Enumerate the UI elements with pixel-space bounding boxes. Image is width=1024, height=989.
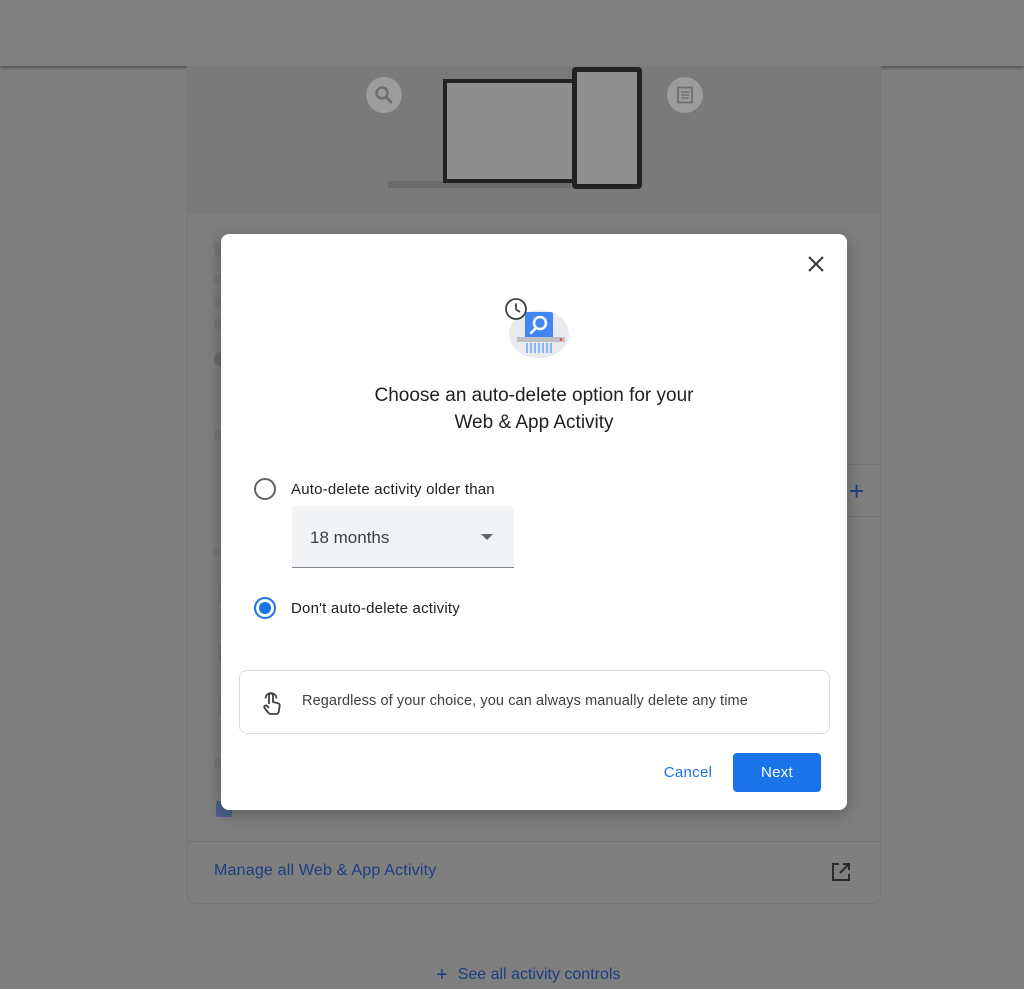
next-button[interactable]: Next xyxy=(733,753,821,792)
phone-illustration xyxy=(572,67,642,189)
option-dont-auto-delete[interactable]: Don't auto-delete activity xyxy=(254,597,460,619)
top-app-bar xyxy=(0,0,1024,66)
cancel-button[interactable]: Cancel xyxy=(650,753,726,791)
radio-auto-delete[interactable] xyxy=(254,478,276,500)
select-value: 18 months xyxy=(310,528,390,547)
option-auto-delete-label: Auto-delete activity older than xyxy=(291,480,495,498)
manage-activity-link[interactable]: Manage all Web & App Activity xyxy=(214,862,437,880)
close-icon xyxy=(808,256,824,272)
manual-delete-info: Regardless of your choice, you can alway… xyxy=(239,670,830,734)
laptop-illustration xyxy=(443,79,576,183)
see-all-label: See all activity controls xyxy=(457,966,621,983)
see-all-controls-link[interactable]: + See all activity controls xyxy=(436,964,621,986)
radio-dont-auto-delete[interactable] xyxy=(254,597,276,619)
search-icon xyxy=(366,77,402,113)
open-in-new-icon[interactable] xyxy=(830,861,852,888)
dialog-title: Choose an auto-delete option for your We… xyxy=(221,382,847,436)
option-auto-delete[interactable]: Auto-delete activity older than xyxy=(254,478,495,500)
dialog-title-line-1: Choose an auto-delete option for your xyxy=(374,385,694,406)
manage-activity-row[interactable]: Manage all Web & App Activity xyxy=(188,841,880,903)
close-button[interactable] xyxy=(802,250,830,278)
option-dont-auto-delete-label: Don't auto-delete activity xyxy=(291,599,460,617)
manual-delete-text: Regardless of your choice, you can alway… xyxy=(302,693,748,709)
dropdown-arrow-icon xyxy=(481,534,493,540)
plus-icon: + xyxy=(436,964,448,986)
auto-delete-dialog: Choose an auto-delete option for your We… xyxy=(221,234,847,810)
hero-illustration xyxy=(188,66,880,214)
dialog-title-line-2: Web & App Activity xyxy=(454,412,614,433)
auto-delete-illustration xyxy=(505,298,569,358)
add-icon[interactable]: + xyxy=(849,478,864,504)
document-icon xyxy=(667,77,703,113)
auto-delete-period-select[interactable]: 18 months xyxy=(292,506,514,568)
touch-hand-icon xyxy=(260,691,284,722)
